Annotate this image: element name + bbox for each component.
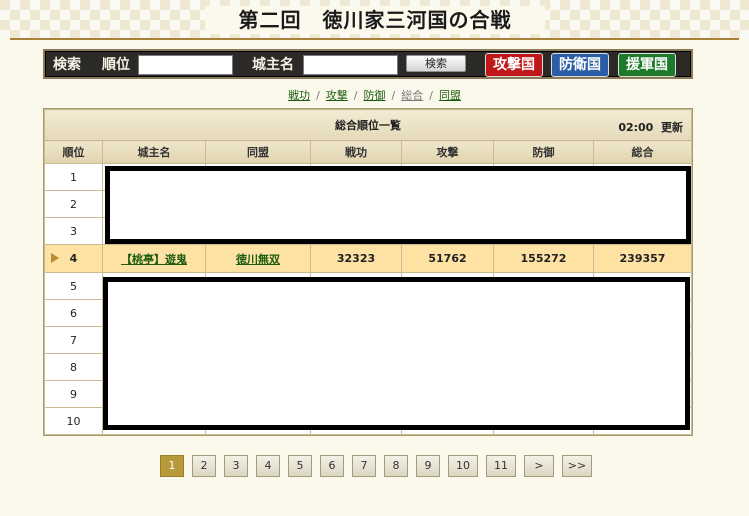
redacted-block-bottom <box>103 277 690 430</box>
rank-number: 6 <box>44 299 103 327</box>
total-value: 239357 <box>593 244 692 273</box>
col-attack: 攻撃 <box>401 140 494 164</box>
alliance-cell: 徳川無双 <box>205 244 311 273</box>
search-bar: 検索 順位 城主名 検索 攻撃国 防衛国 援軍国 <box>43 49 693 79</box>
table-caption: 総合順位一覧 <box>335 119 401 132</box>
update-info: 02:00 更新 <box>618 119 683 135</box>
rank-input[interactable] <box>138 55 233 75</box>
redacted-block-top <box>105 166 691 244</box>
defense-country-button[interactable]: 防衛国 <box>551 53 609 77</box>
alliance-link[interactable]: 徳川無双 <box>236 253 280 266</box>
subnav-total: 総合 <box>401 89 424 102</box>
subnav-senko[interactable]: 戦功 <box>288 89 310 102</box>
rank-number: 5 <box>44 272 103 300</box>
owner-name-link[interactable]: 【桃亭】遊鬼 <box>121 253 187 266</box>
table-caption-cell: 総合順位一覧 02:00 更新 <box>44 109 692 141</box>
rank-label: 順位 <box>102 57 130 73</box>
subnav-defense[interactable]: 防御 <box>364 89 386 102</box>
page-11-button[interactable]: 11 <box>486 455 516 477</box>
rank-number: 9 <box>44 380 103 408</box>
subnav-attack[interactable]: 攻撃 <box>326 89 348 102</box>
col-alliance: 同盟 <box>205 140 311 164</box>
reinforcement-country-button[interactable]: 援軍国 <box>618 53 676 77</box>
rank-number: 10 <box>44 407 103 435</box>
page-5-button[interactable]: 5 <box>288 455 312 477</box>
rank-number: 4 <box>44 244 103 273</box>
col-owner: 城主名 <box>102 140 206 164</box>
subnav-alliance[interactable]: 同盟 <box>439 89 461 102</box>
owner-name-input[interactable] <box>303 55 398 75</box>
attack-country-button[interactable]: 攻撃国 <box>485 53 543 77</box>
last-page-button[interactable]: >> <box>562 455 592 477</box>
page-9-button[interactable]: 9 <box>416 455 440 477</box>
search-button[interactable]: 検索 <box>406 55 466 72</box>
defense-value: 155272 <box>493 244 594 273</box>
page-title: 第二回 徳川家三河国の合戦 <box>205 6 545 34</box>
page-3-button[interactable]: 3 <box>224 455 248 477</box>
owner-name-label: 城主名 <box>252 57 294 73</box>
page-1-button[interactable]: 1 <box>160 455 184 477</box>
next-page-button[interactable]: > <box>524 455 554 477</box>
page-4-button[interactable]: 4 <box>256 455 280 477</box>
rank-number: 8 <box>44 353 103 381</box>
current-row-arrow-icon <box>51 253 59 263</box>
search-label: 検索 <box>53 57 81 73</box>
ranking-subnav: 戦功 / 攻撃 / 防御 / 総合 / 同盟 <box>288 89 461 102</box>
page-6-button[interactable]: 6 <box>320 455 344 477</box>
page-2-button[interactable]: 2 <box>192 455 216 477</box>
update-label: 更新 <box>661 121 683 134</box>
col-rank: 順位 <box>44 140 103 164</box>
col-senko: 戦功 <box>310 140 402 164</box>
page-7-button[interactable]: 7 <box>352 455 376 477</box>
attack-value: 51762 <box>401 244 494 273</box>
senko-value: 32323 <box>310 244 402 273</box>
page-8-button[interactable]: 8 <box>384 455 408 477</box>
col-total: 総合 <box>593 140 692 164</box>
title-divider <box>10 38 739 40</box>
owner-cell: 【桃亭】遊鬼 <box>102 244 206 273</box>
col-defense: 防御 <box>493 140 594 164</box>
rank-number: 3 <box>44 217 103 245</box>
pagination: 1 2 3 4 5 6 7 8 9 10 11 > >> <box>0 455 749 477</box>
rank-number: 7 <box>44 326 103 354</box>
rank-number: 2 <box>44 190 103 218</box>
rank-number: 1 <box>44 163 103 191</box>
page-10-button[interactable]: 10 <box>448 455 478 477</box>
update-time: 02:00 <box>618 121 654 134</box>
table-row-highlighted: 4 【桃亭】遊鬼 徳川無双 32323 51762 155272 239357 <box>44 244 692 273</box>
